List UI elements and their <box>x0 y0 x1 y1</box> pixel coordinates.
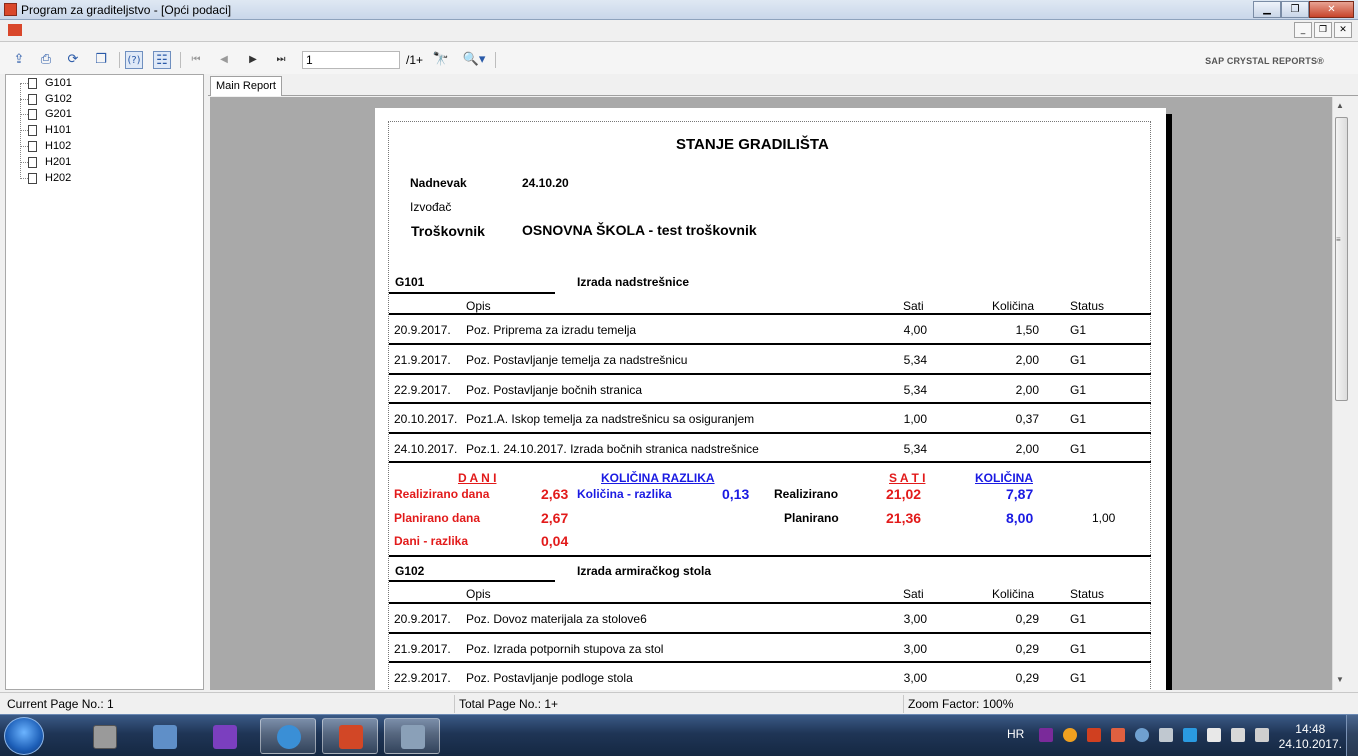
minimize-button[interactable]: ▁ <box>1253 1 1281 18</box>
tree-item-h201[interactable]: H201 <box>20 155 71 169</box>
group-tree-toggle-icon[interactable]: ☷ <box>153 51 171 69</box>
mdi-restore-button[interactable]: ❐ <box>1314 22 1332 38</box>
troskovnik-label: Troškovnik <box>411 223 485 239</box>
mdi-bar: _ ❐ ✕ <box>0 20 1358 42</box>
tree-item-h101[interactable]: H101 <box>20 123 71 137</box>
scroll-down-icon[interactable]: ▼ <box>1336 675 1344 684</box>
group-code: G101 <box>395 275 425 289</box>
tree-item-g101[interactable]: G101 <box>20 76 72 90</box>
zoom-icon[interactable]: 🔍▾ <box>460 51 488 69</box>
close-button[interactable]: ✕ <box>1309 1 1354 18</box>
taskbar-app[interactable] <box>136 718 192 754</box>
network-icon[interactable] <box>1255 728 1269 742</box>
taskbar-app[interactable] <box>384 718 440 754</box>
total-page-status: Total Page No.: 1+ <box>459 697 559 711</box>
brand-label: SAP CRYSTAL REPORTS® <box>1205 56 1324 66</box>
tray-icon[interactable] <box>1111 728 1125 742</box>
language-indicator[interactable]: HR <box>1007 727 1024 741</box>
report-page: STANJE GRADILIŠTA Nadnevak 24.10.20 Izvo… <box>375 108 1166 690</box>
clock-time: 14:48 <box>1295 722 1326 736</box>
mdi-minimize-button[interactable]: _ <box>1294 22 1312 38</box>
group-code: G102 <box>395 564 425 578</box>
col-sati: Sati <box>903 587 924 601</box>
izvodjac-label: Izvođač <box>410 200 452 214</box>
show-desktop-button[interactable] <box>1346 715 1358 756</box>
report-canvas[interactable]: STANJE GRADILIŠTA Nadnevak 24.10.20 Izvo… <box>210 97 1332 690</box>
col-sati: Sati <box>903 299 924 313</box>
tree-item-g102[interactable]: G102 <box>20 92 72 106</box>
document-icon <box>28 93 37 105</box>
refresh-icon[interactable]: ⟳ <box>64 51 82 69</box>
tray-icon[interactable] <box>1183 728 1197 742</box>
scroll-thumb[interactable] <box>1335 117 1348 401</box>
copy-icon[interactable]: ❐ <box>92 51 110 69</box>
previous-page-icon[interactable]: ◀ <box>215 51 233 69</box>
col-status: Status <box>1070 587 1105 601</box>
first-page-icon[interactable]: ⏮ <box>187 51 205 69</box>
col-kolicina: Količina <box>992 299 1035 313</box>
tree-item-h102[interactable]: H102 <box>20 139 71 153</box>
tab-main-report[interactable]: Main Report <box>210 76 282 96</box>
col-opis: Opis <box>466 587 491 601</box>
find-icon[interactable]: 🔭 <box>432 51 450 69</box>
volume-icon[interactable] <box>1231 728 1245 742</box>
group-tree: G101 G102 G201 H101 H102 H201 H202 <box>5 74 204 690</box>
taskbar-app[interactable] <box>76 718 132 754</box>
group-name: Izrada armiračkog stola <box>577 564 712 578</box>
maximize-button[interactable]: ❐ <box>1281 1 1309 18</box>
document-icon <box>28 156 37 168</box>
col-kolicina: Količina <box>992 587 1035 601</box>
troskovnik-value: OSNOVNA ŠKOLA - test troškovnik <box>522 222 757 238</box>
page-total: /1+ <box>406 53 424 67</box>
taskbar-app[interactable] <box>196 718 252 754</box>
tree-item-h202[interactable]: H202 <box>20 171 71 185</box>
nadnevak-value: 24.10.20 <box>522 176 569 190</box>
window-title: Program za graditeljstvo - [Opći podaci] <box>21 3 232 17</box>
tree-item-g201[interactable]: G201 <box>20 107 72 121</box>
taskbar: HR 14:48 24.10.2017. <box>0 714 1358 756</box>
mdi-close-button[interactable]: ✕ <box>1334 22 1352 38</box>
page-number-input[interactable] <box>302 51 400 69</box>
vertical-scrollbar[interactable]: ▲ ≡ ▼ <box>1332 97 1349 690</box>
col-status: Status <box>1070 299 1105 313</box>
scroll-up-icon[interactable]: ▲ <box>1336 101 1344 110</box>
tray-icon[interactable] <box>1135 728 1149 742</box>
status-bar: Current Page No.: 1 Total Page No.: 1+ Z… <box>0 692 1358 714</box>
document-icon <box>28 77 37 89</box>
document-icon <box>28 108 37 120</box>
taskbar-app[interactable] <box>260 718 316 754</box>
clock[interactable]: 14:48 24.10.2017. <box>1279 722 1342 752</box>
flag-icon[interactable] <box>1207 728 1221 742</box>
document-icon <box>28 172 37 184</box>
print-icon[interactable]: ⎙ <box>37 51 55 69</box>
app-icon <box>4 3 17 16</box>
nadnevak-label: Nadnevak <box>410 176 467 190</box>
tray-icon[interactable] <box>1063 728 1077 742</box>
grip-icon: ≡ <box>1336 235 1341 244</box>
report-title: STANJE GRADILIŠTA <box>676 136 829 153</box>
col-opis: Opis <box>466 299 491 313</box>
export-icon[interactable]: ⇪ <box>10 51 28 69</box>
title-bar: Program za graditeljstvo - [Opći podaci]… <box>0 0 1358 20</box>
mdi-child-icon[interactable] <box>8 24 22 36</box>
clock-date: 24.10.2017. <box>1278 737 1342 751</box>
onenote-tray-icon[interactable] <box>1039 728 1053 742</box>
start-button[interactable] <box>4 717 44 755</box>
taskbar-app[interactable] <box>322 718 378 754</box>
next-page-icon[interactable]: ▶ <box>244 51 262 69</box>
help-icon[interactable]: (?) <box>125 51 143 69</box>
tray-icon[interactable] <box>1087 728 1101 742</box>
document-icon <box>28 124 37 136</box>
last-page-icon[interactable]: ⏭ <box>272 51 290 69</box>
zoom-status: Zoom Factor: 100% <box>908 697 1014 711</box>
report-tabs: Main Report <box>208 74 1358 96</box>
current-page-status: Current Page No.: 1 <box>7 697 114 711</box>
tray-icon[interactable] <box>1159 728 1173 742</box>
document-icon <box>28 140 37 152</box>
group-name: Izrada nadstrešnice <box>577 275 690 289</box>
report-toolbar: ⇪ ⎙ ⟳ ❐ (?) ☷ ⏮ ◀ ▶ ⏭ /1+ 🔭 🔍▾ SAP CRYST… <box>0 42 1358 74</box>
